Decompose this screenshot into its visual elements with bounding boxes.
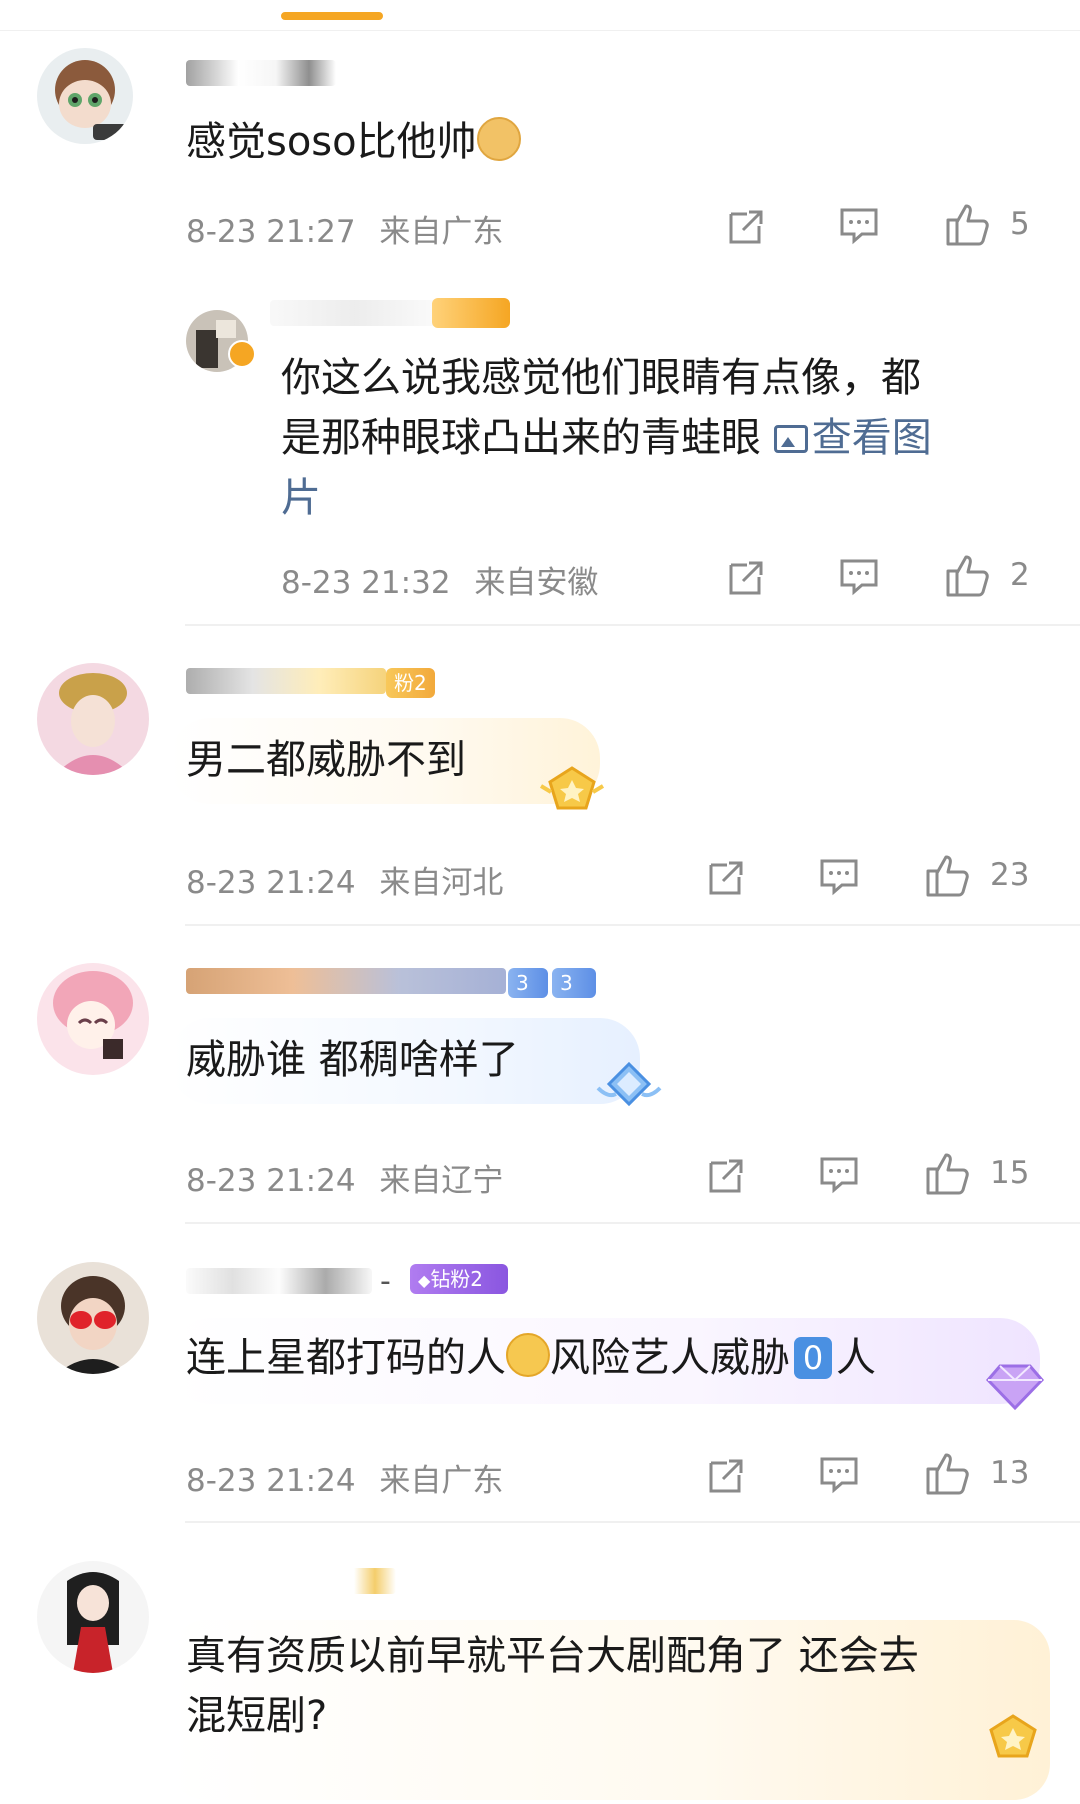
share-button[interactable] (707, 1155, 747, 1199)
reply-user-badge (432, 298, 510, 328)
comment-divider (185, 624, 1080, 626)
comment-location: 来自广东 (379, 1463, 504, 1499)
like-count: 15 (990, 1155, 1030, 1191)
active-tab-indicator (281, 12, 383, 20)
comment-text: 威胁谁 都稠啥样了 (186, 1037, 519, 1083)
avatar[interactable] (37, 1262, 149, 1374)
share-icon (709, 1459, 743, 1493)
thumbs-up-icon (926, 855, 969, 897)
share-icon (729, 210, 763, 244)
fan-badge-2: 3 (552, 968, 596, 998)
comment-location: 来自河北 (379, 865, 504, 901)
thumbs-up-icon (946, 204, 989, 246)
fan-badge: 3 (508, 968, 548, 998)
like-button[interactable] (944, 200, 992, 252)
like-count: 23 (990, 857, 1030, 893)
share-button[interactable] (707, 857, 747, 901)
avatar[interactable] (37, 1561, 149, 1673)
reply-text: 你这么说我感觉他们眼睛有点像，都 是那种眼球凸出来的青蛙眼 查看图 片 (281, 348, 932, 528)
comment-icon (820, 1457, 858, 1494)
like-count: 13 (990, 1455, 1030, 1491)
reply-username-blurred[interactable] (270, 300, 440, 326)
avatar[interactable] (37, 663, 149, 775)
comment-meta: 8-23 21:24 来自辽宁 (186, 1155, 503, 1200)
comment-divider (185, 924, 1080, 926)
comment-time: 8-23 21:24 (186, 1163, 356, 1199)
comment-text: 感觉soso比他帅 (186, 112, 521, 172)
top-divider (0, 30, 1080, 31)
gold-medal-icon (978, 1710, 1048, 1772)
fan-badge: 粉2 (386, 668, 435, 698)
comment-text: 连上星都打码的人 风险艺人威胁 0 人 (186, 1333, 876, 1381)
share-button[interactable] (727, 206, 767, 250)
diamond-icon: ◆ (418, 1271, 431, 1290)
username-blurred[interactable] (186, 668, 386, 694)
comment-icon (840, 559, 878, 596)
comment-meta: 8-23 21:24 来自河北 (186, 857, 503, 902)
diamond-fan-badge: ◆钻粉2 (410, 1264, 508, 1294)
comment-location: 来自辽宁 (379, 1163, 504, 1199)
reply-comment-button[interactable] (838, 557, 880, 601)
reply-time: 8-23 21:32 (281, 565, 451, 601)
share-icon (709, 861, 743, 895)
reply-location: 来自安徽 (474, 565, 599, 601)
verified-badge-icon (228, 340, 256, 368)
blue-diamond-medal-icon (594, 1058, 664, 1122)
doge-emoji-icon (476, 117, 521, 161)
comment-time: 8-23 21:24 (186, 1463, 356, 1499)
comment-time: 8-23 21:27 (186, 214, 356, 250)
like-button[interactable] (924, 851, 972, 903)
comment-divider (185, 1222, 1080, 1224)
image-icon (773, 425, 808, 453)
number-zero-emoji: 0 (794, 1337, 832, 1379)
comment-meta: 8-23 21:27 来自广东 (186, 206, 503, 251)
comment-icon (840, 208, 878, 245)
avatar[interactable] (37, 48, 133, 144)
username-blurred[interactable] (186, 60, 336, 86)
comment-icon (820, 859, 858, 896)
view-image-link-cont[interactable]: 片 (281, 468, 932, 528)
username-blurred[interactable] (186, 1268, 372, 1294)
share-icon (709, 1159, 743, 1193)
thumbs-up-icon (946, 555, 989, 597)
reply-share-button[interactable] (727, 557, 767, 601)
reply-button[interactable] (838, 206, 880, 250)
like-button[interactable] (924, 1449, 972, 1501)
view-image-link[interactable]: 查看图 (773, 415, 932, 461)
thumbs-up-icon (926, 1453, 969, 1495)
username-suffix: - (380, 1264, 391, 1299)
thumbs-up-icon (926, 1153, 969, 1195)
gold-medal-icon (537, 762, 607, 824)
reply-button[interactable] (818, 1455, 860, 1499)
like-count: 5 (1010, 206, 1030, 242)
reply-like-count: 2 (1010, 557, 1030, 593)
reply-like-button[interactable] (944, 551, 992, 603)
comment-icon (820, 1157, 858, 1194)
comment-divider (185, 1521, 1080, 1523)
share-button[interactable] (707, 1455, 747, 1499)
avatar[interactable] (37, 963, 149, 1075)
thinking-emoji-icon (506, 1333, 550, 1377)
username-blurred[interactable] (186, 968, 506, 994)
reply-button[interactable] (818, 1155, 860, 1199)
reply-button[interactable] (818, 857, 860, 901)
comment-text: 男二都威胁不到 (186, 737, 466, 783)
comment-text: 真有资质以前早就平台大剧配角了 还会去 混短剧? (186, 1633, 919, 1739)
reply-meta: 8-23 21:32 来自安徽 (281, 557, 598, 602)
like-button[interactable] (924, 1149, 972, 1201)
username-blurred[interactable] (186, 1568, 396, 1594)
comment-location: 来自广东 (379, 214, 504, 250)
share-icon (729, 561, 763, 595)
comment-time: 8-23 21:24 (186, 865, 356, 901)
comment-meta: 8-23 21:24 来自广东 (186, 1455, 503, 1500)
purple-diamond-medal-icon (980, 1356, 1050, 1420)
